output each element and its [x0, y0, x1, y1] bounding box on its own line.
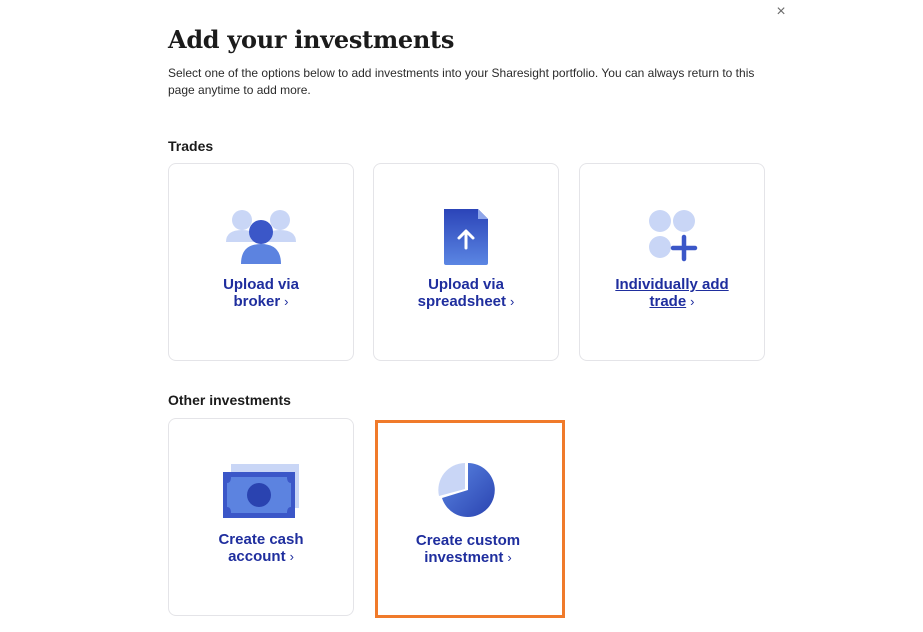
chevron-right-icon: › — [690, 294, 695, 309]
section-title-trades: Trades — [168, 138, 214, 154]
chevron-right-icon: › — [510, 294, 515, 309]
create-custom-investment-card[interactable]: Create custom investment › — [375, 420, 561, 618]
create-cash-account-card[interactable]: Create cash account › — [168, 418, 354, 616]
pie-chart-icon — [428, 460, 508, 520]
add-investments-dialog: × Add your investments Select one of the… — [0, 0, 923, 632]
individually-add-trade-label: Individually add trade › — [615, 276, 729, 310]
intro-text: Select one of the options below to add i… — [168, 66, 755, 97]
section-title-other-investments: Other investments — [168, 392, 291, 408]
upload-via-spreadsheet-label: Upload via spreadsheet › — [417, 276, 515, 310]
people-icon — [221, 206, 301, 266]
page-title: Add your investments — [168, 25, 455, 54]
chevron-right-icon: › — [284, 294, 289, 309]
chevron-right-icon: › — [289, 549, 294, 564]
cash-icon — [221, 461, 301, 521]
chevron-right-icon: › — [507, 550, 512, 565]
close-icon[interactable]: × — [773, 4, 789, 20]
individually-add-trade-card[interactable]: Individually add trade › — [579, 163, 765, 361]
upload-via-broker-card[interactable]: Upload via broker › — [168, 163, 354, 361]
upload-file-icon — [426, 206, 506, 266]
upload-via-spreadsheet-card[interactable]: Upload via spreadsheet › — [373, 163, 559, 361]
create-cash-account-label: Create cash account › — [218, 531, 304, 565]
create-custom-investment-label: Create custom investment › — [415, 532, 521, 566]
upload-via-broker-label: Upload via broker › — [223, 276, 299, 310]
add-grid-icon — [632, 206, 712, 266]
